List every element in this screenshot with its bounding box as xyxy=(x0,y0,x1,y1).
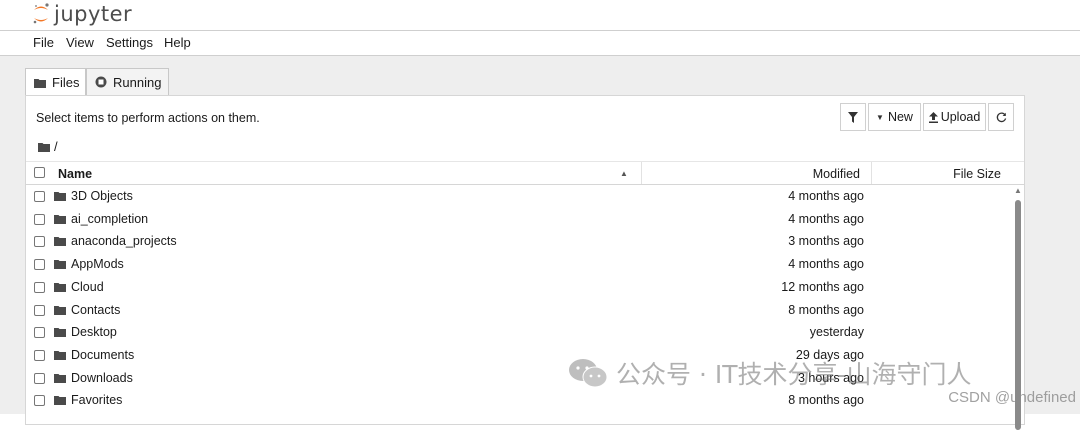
file-name[interactable]: ai_completion xyxy=(71,212,148,226)
file-name[interactable]: AppMods xyxy=(71,257,124,271)
folder-icon xyxy=(54,260,66,270)
row-checkbox[interactable] xyxy=(34,236,45,248)
stop-circle-icon xyxy=(95,76,107,88)
folder-icon xyxy=(54,396,66,406)
file-modified: 3 months ago xyxy=(788,234,864,249)
column-name[interactable]: Name xyxy=(58,167,92,181)
folder-icon xyxy=(54,214,66,224)
top-header: jupyter xyxy=(0,0,1080,30)
breadcrumb-path[interactable]: / xyxy=(54,139,58,154)
column-divider xyxy=(641,162,642,184)
new-button-label: New xyxy=(887,110,913,124)
scroll-up-arrow-icon[interactable]: ▲ xyxy=(1014,186,1022,195)
table-row[interactable]: Favorites 8 months ago xyxy=(26,389,1014,412)
table-row[interactable]: anaconda_projects 3 months ago xyxy=(26,230,1014,253)
home-folder-icon[interactable] xyxy=(38,142,50,152)
table-row[interactable]: Desktop yesterday xyxy=(26,321,1014,344)
select-all-checkbox[interactable] xyxy=(34,167,45,178)
site-watermark: CSDN @undefined xyxy=(948,389,1076,406)
tab-files-label: Files xyxy=(52,75,80,90)
menu-settings[interactable]: Settings xyxy=(106,35,153,50)
file-name[interactable]: 3D Objects xyxy=(71,189,133,203)
row-checkbox[interactable] xyxy=(34,259,45,271)
file-name[interactable]: Downloads xyxy=(71,371,133,385)
folder-icon xyxy=(54,328,66,338)
file-modified: 4 months ago xyxy=(788,257,864,272)
file-modified: 8 months ago xyxy=(788,302,864,317)
folder-icon xyxy=(54,192,66,201)
refresh-button[interactable] xyxy=(988,103,1014,131)
row-checkbox[interactable] xyxy=(34,191,45,202)
menu-file[interactable]: File xyxy=(33,35,54,50)
row-checkbox[interactable] xyxy=(34,281,45,293)
jupyter-logo[interactable]: jupyter xyxy=(31,2,132,26)
breadcrumb: / xyxy=(38,139,58,154)
file-name[interactable]: Contacts xyxy=(71,303,120,317)
file-name[interactable]: Desktop xyxy=(71,325,117,339)
tab-files[interactable]: Files xyxy=(25,68,86,96)
folder-icon xyxy=(54,282,66,292)
menu-view[interactable]: View xyxy=(66,35,94,50)
row-checkbox[interactable] xyxy=(34,304,45,316)
folder-icon xyxy=(54,237,66,247)
file-modified: yesterday xyxy=(809,325,864,340)
new-button[interactable]: ▼ New xyxy=(868,103,921,131)
wechat-icon xyxy=(569,359,608,388)
column-header: Name ▲ Modified File Size xyxy=(26,161,1024,185)
sort-ascending-icon[interactable]: ▲ xyxy=(620,169,628,178)
table-row[interactable]: ai_completion 4 months ago xyxy=(26,208,1014,231)
jupyter-logo-icon xyxy=(33,3,49,24)
upload-button-label: Upload xyxy=(940,110,981,124)
table-row[interactable]: Cloud 12 months ago xyxy=(26,276,1014,299)
file-name[interactable]: Favorites xyxy=(71,393,122,407)
folder-icon xyxy=(54,350,66,360)
file-modified: 8 months ago xyxy=(788,393,864,408)
column-divider xyxy=(871,162,872,184)
watermark-text: 公众号 · IT技术分享-山海守门人 xyxy=(616,360,972,389)
table-row[interactable]: 3D Objects 4 months ago xyxy=(26,185,1014,208)
column-file-size[interactable]: File Size xyxy=(953,167,1001,181)
file-name[interactable]: Documents xyxy=(71,348,134,362)
menu-bar: File View Settings Help xyxy=(0,30,1080,56)
file-name[interactable]: Cloud xyxy=(71,280,104,294)
app-name: jupyter xyxy=(54,2,133,26)
filter-button[interactable] xyxy=(840,103,866,131)
menu-help[interactable]: Help xyxy=(164,35,191,50)
row-checkbox[interactable] xyxy=(34,372,45,384)
file-modified: 4 months ago xyxy=(788,211,864,226)
upload-button[interactable]: Upload xyxy=(923,103,986,131)
folder-icon xyxy=(54,373,66,383)
folder-icon xyxy=(54,305,66,315)
file-name[interactable]: anaconda_projects xyxy=(71,234,177,248)
file-modified: 4 months ago xyxy=(788,189,864,203)
row-checkbox[interactable] xyxy=(34,213,45,225)
table-row[interactable]: Contacts 8 months ago xyxy=(26,299,1014,322)
row-checkbox[interactable] xyxy=(34,327,45,339)
selection-hint: Select items to perform actions on them. xyxy=(36,111,260,125)
refresh-icon xyxy=(996,112,1006,122)
column-modified[interactable]: Modified xyxy=(813,167,860,181)
watermark: 公众号 · IT技术分享-山海守门人 xyxy=(568,355,972,391)
caret-down-icon: ▼ xyxy=(876,112,884,122)
tab-running-label: Running xyxy=(113,74,162,90)
folder-icon xyxy=(34,78,46,88)
tab-running[interactable]: Running xyxy=(86,68,169,95)
row-checkbox[interactable] xyxy=(34,395,45,407)
upload-icon xyxy=(928,111,938,123)
file-modified: 12 months ago xyxy=(781,279,864,294)
row-checkbox[interactable] xyxy=(34,349,45,361)
filter-icon xyxy=(848,111,858,123)
table-row[interactable]: AppMods 4 months ago xyxy=(26,253,1014,276)
